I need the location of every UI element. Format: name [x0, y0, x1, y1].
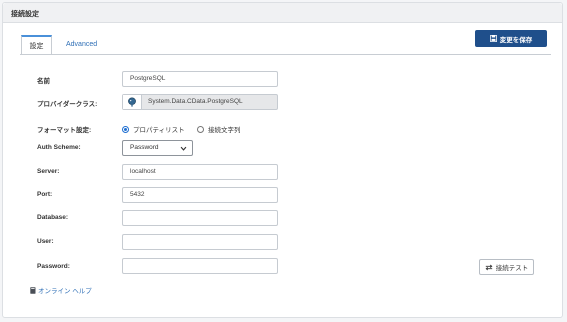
online-help-label: オンライン ヘルプ	[38, 288, 92, 295]
auth-scheme-value: Password	[130, 144, 159, 151]
format-label: フォーマット設定:	[37, 127, 92, 134]
panel-header: 接続設定	[3, 3, 562, 23]
provider-class-field: System.Data.CData.PostgreSQL	[122, 94, 278, 110]
postgresql-elephant-icon	[128, 97, 136, 107]
online-help-link[interactable]: オンライン ヘルプ	[30, 285, 92, 295]
test-connection-button[interactable]: 接続テスト	[479, 259, 534, 275]
radio-property-list-label: プロパティリスト	[133, 127, 185, 134]
database-label: Database:	[37, 214, 69, 221]
provider-icon-box	[123, 95, 142, 109]
name-input[interactable]: PostgreSQL	[122, 71, 278, 87]
name-label: 名前	[37, 78, 50, 85]
radio-unselected-icon	[197, 125, 204, 133]
password-input[interactable]	[122, 258, 278, 274]
user-label: User:	[37, 238, 54, 245]
tab-divider	[20, 54, 551, 55]
auth-scheme-select[interactable]: Password	[122, 140, 193, 156]
swap-arrows-icon	[485, 264, 493, 270]
tab-settings[interactable]: 設定	[21, 35, 52, 55]
provider-class-value: System.Data.CData.PostgreSQL	[148, 98, 243, 105]
server-label: Server:	[37, 168, 60, 175]
save-icon	[489, 35, 497, 42]
database-input[interactable]	[122, 210, 278, 226]
tab-advanced[interactable]: Advanced	[66, 35, 97, 55]
panel-title: 接続設定	[11, 11, 39, 18]
save-changes-button[interactable]: 変更を保存	[475, 30, 547, 47]
save-changes-label: 変更を保存	[499, 36, 533, 44]
test-connection-label: 接続テスト	[495, 265, 529, 272]
port-input[interactable]: 5432	[122, 187, 278, 203]
radio-property-list[interactable]: プロパティリスト	[122, 124, 185, 134]
book-icon	[30, 286, 36, 294]
chevron-down-icon	[180, 146, 187, 151]
server-input[interactable]: localhost	[122, 164, 278, 180]
radio-selected-icon	[122, 125, 129, 133]
user-input[interactable]	[122, 234, 278, 250]
radio-connection-string-label: 接続文字列	[208, 127, 241, 134]
auth-scheme-label: Auth Scheme:	[37, 144, 81, 151]
password-label: Password:	[37, 263, 70, 270]
radio-connection-string[interactable]: 接続文字列	[197, 124, 241, 134]
port-label: Port:	[37, 191, 53, 198]
provider-class-label: プロバイダークラス:	[37, 101, 98, 108]
